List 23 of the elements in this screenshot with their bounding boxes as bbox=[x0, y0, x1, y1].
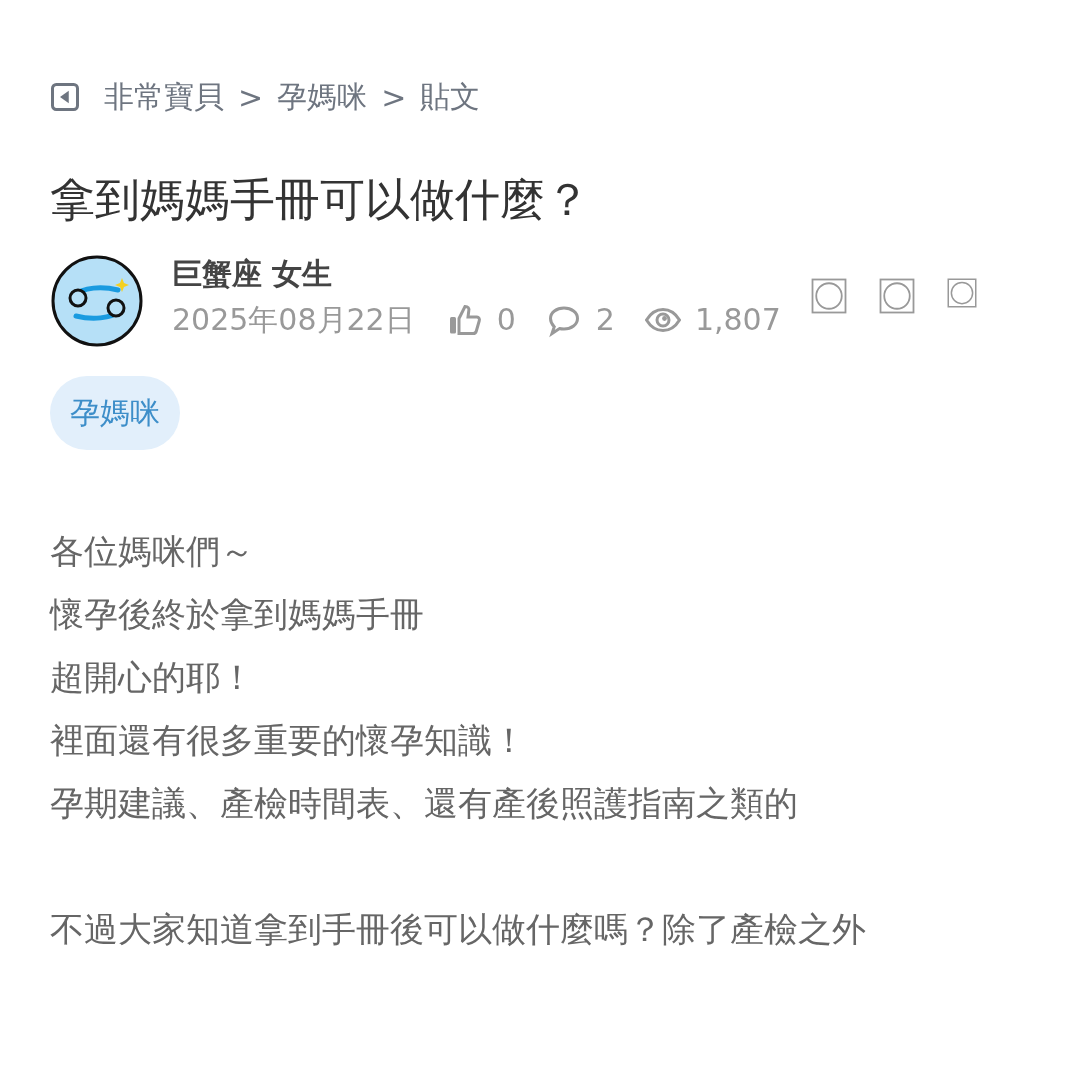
breadcrumb-separator: > bbox=[238, 79, 264, 115]
body-text: 超開心的耶！ bbox=[50, 656, 255, 699]
body-text: 懷孕後終於拿到媽媽手冊 bbox=[50, 593, 425, 636]
likes-count: 0 bbox=[496, 301, 516, 339]
topic-tag[interactable]: 孕媽咪 bbox=[50, 376, 180, 450]
post-date: 2025年08月22日 bbox=[172, 301, 415, 339]
breadcrumb-link[interactable]: 孕媽咪 bbox=[277, 76, 368, 118]
placeholder-glyph-icon bbox=[946, 278, 977, 308]
back-icon[interactable] bbox=[50, 82, 80, 112]
body-text: 各位媽咪們～ bbox=[50, 530, 255, 573]
views-count: 1,807 bbox=[694, 301, 781, 339]
body-text: 不過大家知道拿到手冊後可以做什麼嗎？除了產檢之外 bbox=[50, 908, 867, 951]
post-title: 拿到媽媽手冊可以做什麼？ bbox=[50, 172, 591, 228]
placeholder-glyph-icon bbox=[878, 278, 915, 314]
author-name: 巨蟹座 女生 bbox=[172, 255, 333, 293]
comments-count: 2 bbox=[595, 301, 615, 339]
placeholder-glyph-icon bbox=[810, 278, 847, 314]
breadcrumb-link[interactable]: 非常寶貝 bbox=[104, 76, 224, 118]
breadcrumb-separator: > bbox=[381, 79, 407, 115]
avatar-icon bbox=[50, 254, 144, 348]
body-text: 孕期建議、產檢時間表、還有產後照護指南之類的 bbox=[50, 782, 799, 825]
breadcrumb-link[interactable]: 貼文 bbox=[420, 76, 481, 118]
body-text: 裡面還有很多重要的懷孕知識！ bbox=[50, 719, 527, 762]
